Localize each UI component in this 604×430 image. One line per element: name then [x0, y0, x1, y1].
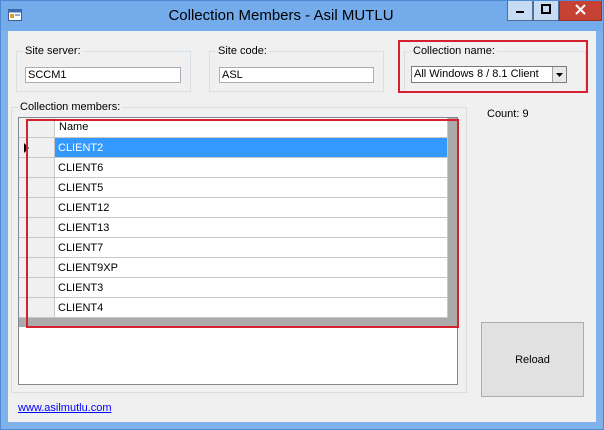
member-name-cell[interactable]: CLIENT13 — [55, 218, 448, 238]
table-row[interactable]: CLIENT6 — [19, 158, 448, 178]
grid-empty-area — [19, 327, 457, 384]
row-header[interactable] — [19, 178, 55, 198]
row-header[interactable] — [19, 158, 55, 178]
table-row[interactable]: CLIENT9XP — [19, 258, 448, 278]
member-name-cell[interactable]: CLIENT2 — [55, 138, 448, 158]
dropdown-button[interactable] — [552, 67, 566, 82]
table-row[interactable]: CLIENT3 — [19, 278, 448, 298]
collection-name-value: All Windows 8 / 8.1 Client — [414, 68, 539, 80]
grid-header: Name — [19, 118, 457, 138]
website-link[interactable]: www.asilmutlu.com — [18, 402, 112, 414]
client-area: Site server: SCCM1 Site code: ASL Collec… — [8, 31, 596, 422]
main-window: Collection Members - Asil MUTLU Site ser… — [0, 0, 604, 430]
row-header[interactable] — [19, 138, 55, 158]
members-grid[interactable]: Name CLIENT2 CLIENT6 CLIENT5 CLIENT12 CLIENT… — [18, 117, 458, 385]
row-header[interactable] — [19, 238, 55, 258]
grid-corner[interactable] — [19, 118, 55, 138]
row-header[interactable] — [19, 298, 55, 318]
row-header[interactable] — [19, 278, 55, 298]
row-pointer-icon — [24, 143, 29, 153]
column-header-name[interactable]: Name — [55, 118, 448, 138]
chevron-down-icon — [556, 67, 563, 82]
table-row[interactable]: CLIENT7 — [19, 238, 448, 258]
title-bar[interactable]: Collection Members - Asil MUTLU — [1, 1, 603, 31]
member-name-cell[interactable]: CLIENT12 — [55, 198, 448, 218]
row-header[interactable] — [19, 258, 55, 278]
collection-members-label: Collection members: — [20, 101, 121, 113]
member-name-cell[interactable]: CLIENT6 — [55, 158, 448, 178]
close-button[interactable] — [559, 1, 602, 21]
table-row[interactable]: CLIENT12 — [19, 198, 448, 218]
table-row[interactable]: CLIENT13 — [19, 218, 448, 238]
minimize-button[interactable] — [507, 1, 533, 21]
table-row[interactable]: CLIENT4 — [19, 298, 448, 318]
count-label: Count: 9 — [487, 108, 529, 120]
member-name-cell[interactable]: CLIENT9XP — [55, 258, 448, 278]
site-server-input[interactable]: SCCM1 — [25, 67, 181, 83]
maximize-button[interactable] — [533, 1, 559, 21]
table-row[interactable]: CLIENT5 — [19, 178, 448, 198]
minimize-icon — [515, 4, 525, 17]
window-title: Collection Members - Asil MUTLU — [168, 7, 394, 24]
member-name-cell[interactable]: CLIENT7 — [55, 238, 448, 258]
member-name-cell[interactable]: CLIENT5 — [55, 178, 448, 198]
collection-name-label: Collection name: — [413, 45, 495, 57]
maximize-icon — [541, 4, 551, 17]
close-icon — [575, 3, 586, 18]
site-code-input[interactable]: ASL — [219, 67, 374, 83]
member-name-cell[interactable]: CLIENT3 — [55, 278, 448, 298]
member-name-cell[interactable]: CLIENT4 — [55, 298, 448, 318]
site-server-label: Site server: — [25, 45, 81, 57]
row-header[interactable] — [19, 218, 55, 238]
reload-button[interactable]: Reload — [481, 322, 584, 397]
table-row[interactable]: CLIENT2 — [19, 138, 448, 158]
site-code-label: Site code: — [218, 45, 267, 57]
row-header[interactable] — [19, 198, 55, 218]
collection-name-select[interactable]: All Windows 8 / 8.1 Client — [411, 66, 567, 83]
